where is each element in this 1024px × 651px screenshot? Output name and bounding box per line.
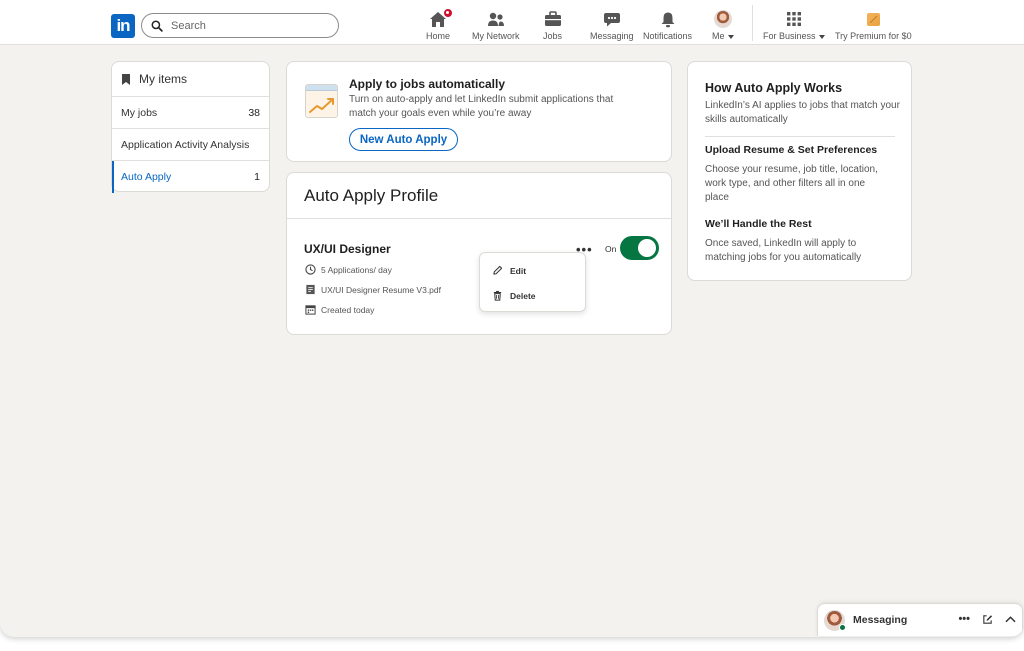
messaging-bar[interactable]: Messaging •••	[817, 603, 1023, 636]
nav-home[interactable]: Home	[426, 8, 453, 42]
messaging-bar-label: Messaging	[853, 614, 908, 626]
home-icon	[429, 8, 453, 28]
calendar-icon	[305, 305, 316, 315]
more-options-icon[interactable]: •••	[958, 613, 970, 625]
application-rate-text: 5 Applications/ day	[321, 264, 392, 275]
growth-chart-illustration	[305, 84, 338, 118]
compose-icon[interactable]	[982, 614, 993, 625]
menu-item-label: Edit	[510, 265, 527, 276]
nav-notifications-label: Notifications	[643, 31, 693, 41]
how-it-works-title: How Auto Apply Works	[705, 81, 843, 95]
step-1-title: Upload Resume & Set Preferences	[705, 144, 878, 156]
nav-me-label: Me	[712, 31, 725, 41]
nav-messaging-label: Messaging	[590, 31, 634, 41]
promo-description: Turn on auto-apply and let LinkedIn subm…	[349, 94, 614, 119]
nav-my-network-label: My Network	[472, 31, 520, 41]
sidebar-item-application-activity-analysis[interactable]: Application Activity Analysis	[112, 129, 269, 161]
nav-try-premium[interactable]: Try Premium for $0	[835, 10, 912, 42]
messaging-icon	[603, 10, 621, 28]
nav-notifications[interactable]: Notifications	[643, 10, 692, 42]
profile-title: UX/UI Designer	[304, 242, 391, 256]
chevron-up-icon[interactable]	[1005, 614, 1016, 625]
sidebar-item-my-jobs[interactable]: My jobs 38	[112, 97, 269, 129]
online-status-dot	[839, 623, 846, 631]
nav-try-premium-label: Try Premium for $0	[835, 31, 912, 41]
nav-home-label: Home	[426, 31, 451, 41]
my-items-title: My items	[139, 72, 187, 86]
bell-icon	[659, 10, 677, 28]
step-2-title: We’ll Handle the Rest	[705, 218, 812, 230]
clock-icon	[305, 264, 316, 275]
auto-apply-toggle[interactable]	[620, 236, 659, 260]
search-box[interactable]	[141, 13, 339, 38]
step-1-text: Choose your resume, job title, location,…	[705, 164, 878, 203]
premium-icon	[866, 12, 880, 26]
avatar	[713, 10, 732, 28]
sidebar-item-auto-apply[interactable]: Auto Apply 1	[112, 161, 269, 193]
step-2-text: Once saved, LinkedIn will apply to match…	[705, 238, 862, 263]
menu-item-edit[interactable]: Edit	[480, 258, 585, 283]
created-date-text: Created today	[321, 304, 375, 315]
trash-icon	[493, 290, 502, 301]
menu-item-delete[interactable]: Delete	[480, 283, 585, 308]
sidebar-item-label: Auto Apply	[121, 171, 172, 183]
search-icon	[151, 20, 163, 32]
auto-apply-promo-card: Apply to jobs automatically Turn on auto…	[286, 61, 672, 162]
nav-for-business[interactable]: For Business	[763, 10, 825, 42]
resume-file: UX/UI Designer Resume V3.pdf	[305, 284, 441, 295]
linkedin-logo[interactable]: in	[111, 14, 135, 38]
sidebar-item-label: Application Activity Analysis	[121, 138, 250, 151]
sidebar-item-count: 38	[248, 106, 260, 119]
auto-apply-profile-card: Auto Apply Profile UX/UI Designer 5 Appl…	[286, 172, 672, 335]
chevron-down-icon	[818, 34, 825, 39]
top-nav: in Home My Network Jobs	[0, 0, 1024, 45]
nav-for-business-label: For Business	[763, 31, 816, 41]
how-auto-apply-works-card: How Auto Apply Works LinkedIn’s AI appli…	[687, 61, 912, 281]
resume-file-name: UX/UI Designer Resume V3.pdf	[321, 284, 441, 295]
promo-title: Apply to jobs automatically	[349, 77, 506, 91]
new-auto-apply-button[interactable]: New Auto Apply	[349, 128, 458, 151]
nav-divider	[752, 5, 753, 41]
created-date: Created today	[305, 304, 374, 315]
menu-item-label: Delete	[510, 290, 536, 301]
my-items-header: My items	[112, 62, 269, 97]
page: in Home My Network Jobs	[0, 0, 1024, 637]
nav-jobs[interactable]: Jobs	[543, 10, 562, 42]
application-rate: 5 Applications/ day	[305, 264, 392, 275]
profile-card-header: Auto Apply Profile	[287, 173, 671, 219]
how-it-works-intro: LinkedIn’s AI applies to jobs that match…	[705, 100, 900, 125]
sidebar-item-count: 1	[254, 171, 260, 183]
nav-jobs-label: Jobs	[543, 31, 563, 41]
bookmark-icon	[122, 73, 130, 85]
divider	[705, 136, 895, 137]
nav-my-network[interactable]: My Network	[472, 10, 520, 42]
toggle-label: On	[605, 244, 617, 254]
nav-messaging[interactable]: Messaging	[590, 10, 634, 42]
search-input[interactable]	[171, 19, 331, 32]
my-items-sidebar: My items My jobs 38 Application Activity…	[111, 61, 270, 193]
briefcase-icon	[544, 10, 562, 28]
grid-icon	[786, 10, 802, 28]
avatar	[824, 609, 846, 631]
document-icon	[306, 284, 315, 295]
profile-options-menu: Edit Delete	[479, 252, 586, 312]
chevron-down-icon	[727, 34, 734, 39]
pencil-icon	[493, 265, 503, 275]
sidebar-item-label: My jobs	[121, 106, 158, 119]
nav-me[interactable]: Me	[712, 10, 734, 42]
network-icon	[487, 10, 505, 28]
notification-badge	[443, 8, 453, 18]
